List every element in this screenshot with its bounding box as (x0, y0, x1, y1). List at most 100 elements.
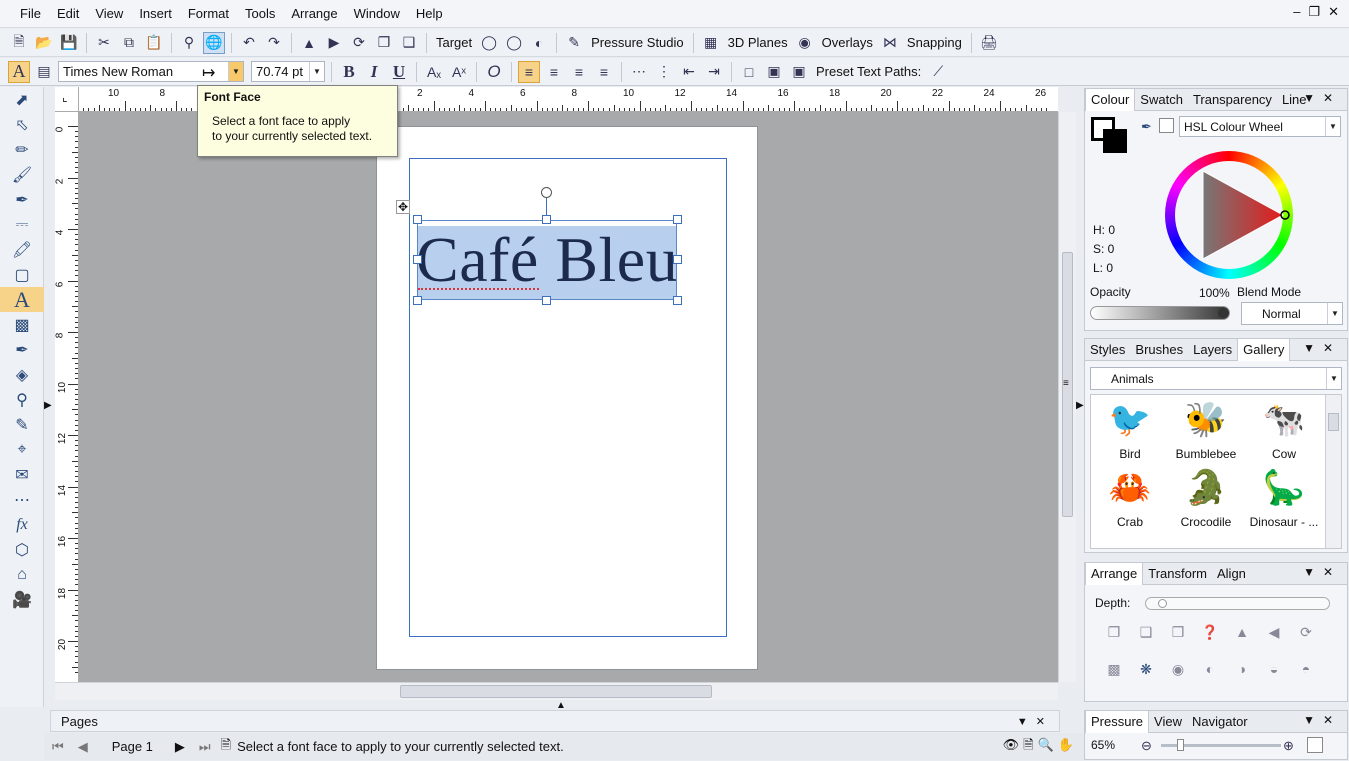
font-face-select[interactable]: Times New Roman ▼ (58, 61, 244, 82)
justify-icon[interactable]: ≡ (593, 61, 615, 83)
tab-transform[interactable]: Transform (1143, 563, 1212, 585)
save-icon[interactable]: 💾 (58, 32, 80, 54)
menu-insert[interactable]: Insert (131, 0, 180, 28)
bullets-icon[interactable]: ⋯ (628, 61, 650, 83)
combine-shape-icon[interactable]: ◑ (1231, 658, 1253, 680)
italic-button[interactable]: I (363, 61, 385, 83)
menu-window[interactable]: Window (346, 0, 408, 28)
move-icon[interactable]: ✥ (396, 200, 410, 214)
resize-handle[interactable] (542, 215, 551, 224)
text-wrap-icon[interactable]: □ (738, 61, 760, 83)
chevron-down-icon[interactable]: ▼ (1325, 117, 1340, 136)
chevron-down-icon[interactable]: ▼ (1326, 368, 1341, 389)
scroll-thumb[interactable] (400, 685, 712, 698)
intersect-shape-icon[interactable]: ◐ (1199, 658, 1221, 680)
font-size-select[interactable]: 70.74 pt ▼ (251, 61, 325, 82)
text-autofit-icon[interactable]: ▣ (788, 61, 810, 83)
resize-handle[interactable] (542, 296, 551, 305)
node-tool-icon[interactable]: ⬁ (0, 112, 44, 137)
opacity-slider-thumb[interactable] (1218, 308, 1228, 318)
resize-handle[interactable] (673, 215, 682, 224)
last-page-icon[interactable]: ⏭ (199, 739, 211, 755)
blend-mode-select[interactable]: Normal ▼ (1241, 302, 1343, 325)
bold-button[interactable]: B (338, 61, 360, 83)
panel-controls-icon[interactable]: ▼✕ (1303, 341, 1341, 355)
3d-planes-button[interactable]: 3D Planes (725, 35, 791, 50)
panel-controls-icon[interactable]: ▼✕ (1303, 713, 1341, 727)
flip-vertical-icon[interactable]: ▶ (323, 32, 345, 54)
tab-navigator[interactable]: Navigator (1187, 711, 1253, 733)
fx-icon[interactable]: fx (0, 512, 44, 537)
horizontal-scrollbar[interactable] (55, 682, 1058, 700)
numbering-icon[interactable]: ⋮ (653, 61, 675, 83)
restore-icon[interactable]: ❐ (1308, 4, 1320, 20)
decrease-indent-icon[interactable]: ⇤ (678, 61, 700, 83)
underline-button[interactable]: U (388, 61, 410, 83)
text-fit-icon[interactable]: ▣ (763, 61, 785, 83)
prev-page-icon[interactable]: ◀ (78, 739, 88, 755)
minimize-icon[interactable]: ‒ (1293, 4, 1300, 20)
open-icon[interactable]: 📂 (33, 32, 55, 54)
camera-icon[interactable]: 🎥 (0, 587, 44, 612)
redo-icon[interactable]: ↷ (263, 32, 285, 54)
resize-handle[interactable] (413, 255, 422, 264)
3d-icon[interactable]: ⬡ (0, 537, 44, 562)
menu-view[interactable]: View (87, 0, 131, 28)
text-outline-icon[interactable]: O (483, 61, 505, 83)
tab-view[interactable]: View (1149, 711, 1187, 733)
flip-horizontal-icon[interactable]: ▲ (1231, 621, 1253, 643)
grid-icon[interactable]: ⋯ (0, 487, 44, 512)
tab-brushes[interactable]: Brushes (1130, 339, 1188, 361)
resize-handle[interactable] (673, 296, 682, 305)
resize-handle[interactable] (413, 296, 422, 305)
divide-shape-icon[interactable]: ◓ (1295, 658, 1317, 680)
tab-transparency[interactable]: Transparency (1188, 89, 1277, 111)
gallery-item[interactable]: 🐊 Crocodile (1171, 465, 1241, 529)
chevron-down-icon[interactable]: ▼ (309, 62, 324, 81)
menu-help[interactable]: Help (408, 0, 451, 28)
bring-to-front-icon[interactable]: ❑ (1135, 621, 1157, 643)
align-right-icon[interactable]: ≡ (568, 61, 590, 83)
group-icon[interactable]: ▩ (1103, 658, 1125, 680)
shape-tool-icon[interactable]: ▢ (0, 262, 44, 287)
depth-slider[interactable] (1145, 597, 1330, 610)
print-icon[interactable]: 🖨 (978, 32, 1000, 54)
new-icon[interactable]: 🗎 (8, 32, 30, 54)
target3-icon[interactable]: ◐ (528, 32, 550, 54)
zoom-in-icon[interactable]: ⊕ (1283, 738, 1294, 754)
ruler-origin[interactable]: ⌞ (55, 87, 79, 112)
resize-handle[interactable] (413, 215, 422, 224)
add-shape-icon[interactable]: ❋ (1135, 658, 1157, 680)
tab-pressure[interactable]: Pressure (1085, 710, 1150, 733)
next-page-icon[interactable]: ▶ (175, 739, 185, 755)
colour-triangle[interactable] (1165, 151, 1293, 279)
paste-icon[interactable]: 📋 (143, 32, 165, 54)
gallery-item[interactable]: 🦕 Dinosaur - ... (1249, 465, 1319, 529)
pointer-tool-icon[interactable]: ⬈ (0, 87, 44, 112)
view-tools-icon[interactable]: 👁🗎🔍✋ (1003, 736, 1078, 758)
cut-icon[interactable]: ✂ (93, 32, 115, 54)
snapping-icon[interactable]: ⋈ (879, 32, 901, 54)
tab-colour[interactable]: Colour (1085, 88, 1136, 111)
rotation-handle[interactable] (541, 187, 552, 198)
transparency-tool-icon[interactable]: ⚲ (0, 387, 44, 412)
align-center-icon[interactable]: ≡ (543, 61, 565, 83)
text-tool-icon[interactable]: A (0, 287, 44, 312)
gallery-item[interactable]: 🐄 Cow (1249, 397, 1319, 461)
first-page-icon[interactable]: ⏮ (52, 739, 64, 755)
format-painter-icon[interactable]: ⚲ (178, 32, 200, 54)
target-label[interactable]: Target (433, 35, 475, 50)
text-tool-icon[interactable]: A (8, 60, 30, 83)
pressure-studio-icon[interactable]: ✎ (563, 32, 585, 54)
tab-arrange[interactable]: Arrange (1085, 562, 1144, 585)
paint-tool-icon[interactable]: 🖍 (0, 237, 44, 262)
tab-swatch[interactable]: Swatch (1135, 89, 1188, 111)
tab-gallery[interactable]: Gallery (1237, 338, 1291, 361)
home-icon[interactable]: ⌂ (0, 562, 44, 587)
snapping-button[interactable]: Snapping (904, 35, 965, 50)
close-icon[interactable]: ✕ (1328, 4, 1339, 20)
vertical-scrollbar[interactable]: ≡ (1058, 112, 1076, 682)
rotate-icon[interactable]: ⟳ (1295, 621, 1317, 643)
flip-vertical-icon[interactable]: ◀ (1263, 621, 1285, 643)
gallery-item[interactable]: 🐝 Bumblebee (1171, 397, 1241, 461)
